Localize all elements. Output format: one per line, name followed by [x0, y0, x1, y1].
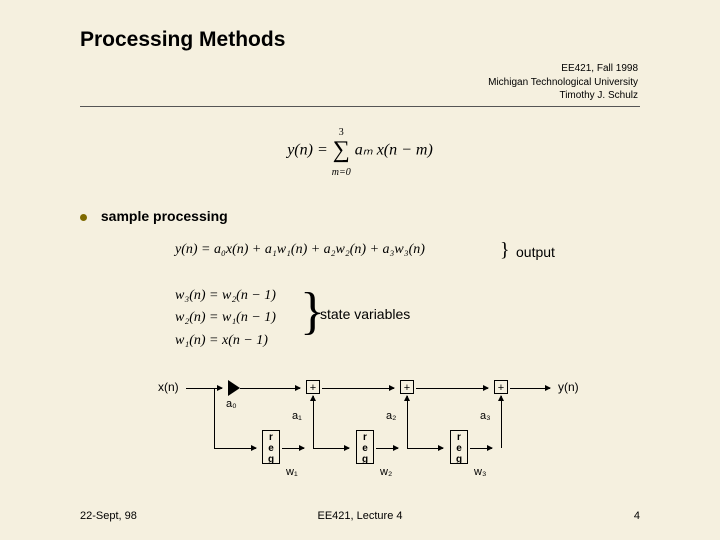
adder-3: +: [494, 380, 508, 394]
gain-a0-icon: [228, 380, 240, 396]
slide-meta: EE421, Fall 1998 Michigan Technological …: [488, 62, 638, 103]
bullet-label: sample processing: [101, 208, 228, 224]
eq-lhs: y(n) =: [287, 141, 332, 158]
bullet-icon: [80, 214, 87, 221]
arrow-up: [407, 396, 408, 448]
arrow: [322, 388, 394, 389]
arrow: [416, 388, 488, 389]
arrow: [470, 448, 492, 449]
arrow: [313, 448, 349, 449]
arrow: [376, 448, 398, 449]
line: [214, 388, 215, 448]
adder-2: +: [400, 380, 414, 394]
meta-author: Timothy J. Schulz: [488, 89, 638, 103]
footer-page: 4: [634, 510, 640, 522]
state-eq-3: w₁(n) = x(n − 1): [175, 330, 276, 352]
arrow: [407, 448, 443, 449]
state-eq-1: w₃(n) = w₂(n − 1): [175, 285, 276, 307]
brace-output-icon: }: [500, 239, 510, 262]
gain-a0-label: a₀: [226, 398, 237, 410]
state-equations: w₃(n) = w₂(n − 1) w₂(n) = w₁(n − 1) w₁(n…: [175, 285, 276, 352]
gain-a1-label: a₁: [292, 410, 302, 422]
arrow: [214, 448, 256, 449]
register-3: r e g: [450, 430, 468, 464]
eq-body: aₘ x(n − m): [355, 141, 433, 158]
arrow-up: [313, 396, 314, 448]
arrow: [186, 388, 222, 389]
output-equation: y(n) = a₀x(n) + a₁w₁(n) + a₂w₂(n) + a₃w₃…: [175, 242, 425, 258]
meta-university: Michigan Technological University: [488, 76, 638, 90]
adder-1: +: [306, 380, 320, 394]
diagram-output-label: y(n): [558, 380, 579, 394]
label-output: output: [516, 244, 555, 260]
w1-label: w₁: [286, 466, 298, 478]
sum-lower: m=0: [332, 167, 351, 178]
w2-label: w₂: [380, 466, 392, 478]
divider: [80, 106, 640, 107]
gain-a3-label: a₃: [480, 410, 491, 422]
register-1: r e g: [262, 430, 280, 464]
label-state: state variables: [320, 306, 410, 322]
sigma-icon: ∑: [332, 140, 351, 162]
meta-course: EE421, Fall 1998: [488, 62, 638, 76]
register-2: r e g: [356, 430, 374, 464]
arrow: [282, 448, 304, 449]
gain-a2-label: a₂: [386, 410, 396, 422]
footer-lecture: EE421, Lecture 4: [0, 510, 720, 522]
bullet-sample-processing: sample processing: [80, 208, 228, 224]
summation-equation: y(n) = 3 ∑ m=0 aₘ x(n − m): [0, 122, 720, 180]
arrow: [240, 388, 300, 389]
slide-title: Processing Methods: [80, 28, 285, 52]
arrow-up: [501, 396, 502, 448]
block-diagram: x(n) a₀ + + + y(n) r e g a₁ w₁ r e g a₂ …: [158, 370, 578, 490]
arrow: [510, 388, 550, 389]
diagram-input-label: x(n): [158, 380, 179, 394]
w3-label: w₃: [474, 466, 486, 478]
state-eq-2: w₂(n) = w₁(n − 1): [175, 307, 276, 329]
